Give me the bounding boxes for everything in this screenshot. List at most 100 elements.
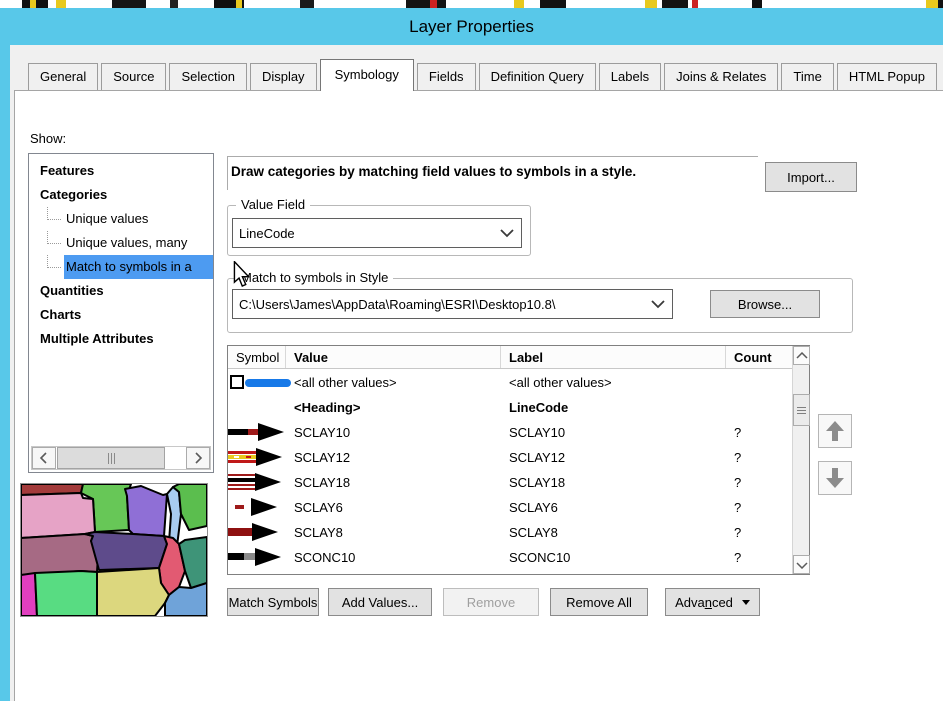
count-cell: ?	[734, 525, 742, 540]
chevron-down-icon[interactable]	[493, 228, 521, 238]
count-cell: ?	[734, 450, 742, 465]
line-symbol-sconc10[interactable]	[228, 545, 286, 570]
window-title: Layer Properties	[409, 16, 534, 36]
show-item-unique-values[interactable]: Unique values	[29, 207, 213, 231]
show-item-label: Quantities	[40, 283, 104, 298]
show-item-categories[interactable]: Categories	[29, 183, 213, 207]
show-tree-horizontal-scrollbar[interactable]	[31, 446, 211, 470]
scrollbar-thumb[interactable]	[57, 447, 165, 469]
sconc10-line-icon	[228, 548, 281, 566]
tab-general[interactable]: General	[28, 63, 99, 90]
move-down-button[interactable]	[818, 461, 852, 495]
line-symbol-sclay8[interactable]	[228, 520, 286, 545]
label-cell: SCLAY12	[509, 450, 566, 465]
remove-button: Remove	[443, 588, 539, 616]
show-label: Show:	[30, 131, 67, 146]
column-header-label[interactable]: Label	[501, 346, 726, 368]
arrow-up-icon	[826, 421, 844, 441]
show-tree: Features Categories Unique values Unique va…	[28, 153, 214, 473]
show-item-multiple-attributes[interactable]: Multiple Attributes	[29, 327, 213, 351]
symbol-table-vertical-scrollbar[interactable]	[792, 346, 810, 574]
show-item-charts[interactable]: Charts	[29, 303, 213, 327]
tab-fields[interactable]: Fields	[416, 63, 476, 90]
symbol-table-row[interactable]: SCLAY10 SCLAY10?	[228, 420, 792, 445]
sclay6-line-icon	[235, 498, 277, 516]
symbol-table-row[interactable]: <Heading> LineCode	[228, 395, 792, 420]
browse-button[interactable]: Browse...	[710, 290, 820, 318]
tab-source[interactable]: Source	[101, 63, 167, 90]
tab-joins-relates[interactable]: Joins & Relates	[664, 63, 779, 90]
symbol-table-header: Symbol Value Label Count	[228, 346, 792, 369]
tab-labels[interactable]: Labels	[598, 63, 662, 90]
tab-definition-query[interactable]: Definition Query	[478, 63, 596, 90]
map-preview	[20, 483, 208, 617]
symbol-table-row[interactable]: <all other values> <all other values>	[228, 370, 792, 395]
match-symbols-button[interactable]: Match Symbols	[227, 588, 319, 616]
line-symbol-sclay18[interactable]	[228, 470, 286, 495]
value-cell: SCLAY18	[294, 475, 351, 490]
line-symbol-sclay10[interactable]	[228, 420, 286, 445]
window-left-border	[0, 45, 10, 701]
value-cell: SCLAY8	[294, 525, 343, 540]
value-cell: <Heading>	[294, 400, 361, 415]
scroll-left-button[interactable]	[32, 447, 56, 469]
show-item-features[interactable]: Features	[29, 159, 213, 183]
line-symbol-all-other-values[interactable]	[228, 370, 291, 395]
add-values-button[interactable]: Add Values...	[328, 588, 432, 616]
sclay18-line-icon	[228, 473, 281, 491]
window-titlebar[interactable]: Layer Properties	[0, 8, 943, 45]
remove-all-button[interactable]: Remove All	[550, 588, 648, 616]
tab-selection[interactable]: Selection	[169, 63, 247, 90]
show-item-quantities[interactable]: Quantities	[29, 279, 213, 303]
checkbox-unchecked[interactable]	[230, 375, 244, 389]
column-header-count[interactable]: Count	[726, 346, 792, 368]
symbol-table-row[interactable]: SCLAY6 SCLAY6?	[228, 495, 792, 520]
symbol-table-row[interactable]: SCONC10 SCONC10?	[228, 545, 792, 570]
label-cell: SCLAY8	[509, 525, 558, 540]
advanced-button[interactable]: Adva n ced	[665, 588, 760, 616]
arrow-down-icon	[826, 468, 844, 488]
tab-time[interactable]: Time	[781, 63, 834, 90]
scroll-right-button[interactable]	[186, 447, 210, 469]
value-cell: <all other values>	[294, 375, 397, 390]
label-cell: SCONC10	[509, 550, 571, 565]
style-path-dropdown[interactable]: C:\Users\James\AppData\Roaming\ESRI\Desk…	[232, 289, 673, 319]
tree-branch-icon	[38, 231, 64, 255]
symbol-table-row[interactable]: SCLAY8 SCLAY8?	[228, 520, 792, 545]
style-match-group-label: Match to symbols in Style	[236, 270, 394, 285]
line-symbol-sclay6[interactable]	[228, 495, 286, 520]
background-app-sliver	[0, 0, 943, 8]
label-cell: SCLAY10	[509, 425, 566, 440]
value-cell: SCLAY6	[294, 500, 343, 515]
show-item-label: Match to symbols in a	[64, 255, 213, 279]
mouse-cursor	[233, 259, 251, 293]
blue-line-symbol-icon	[245, 379, 291, 387]
tab-display[interactable]: Display	[249, 63, 317, 90]
count-cell: ?	[734, 475, 742, 490]
tree-branch-icon	[38, 255, 64, 279]
show-item-unique-values-many[interactable]: Unique values, many	[29, 231, 213, 255]
scroll-up-button[interactable]	[793, 346, 810, 365]
tab-html-popup[interactable]: HTML Popup	[836, 63, 937, 90]
label-cell: SCLAY18	[509, 475, 566, 490]
move-up-button[interactable]	[818, 414, 852, 448]
chevron-down-icon[interactable]	[644, 299, 672, 309]
line-symbol-sclay12[interactable]	[228, 445, 286, 470]
show-item-label: Features	[40, 163, 95, 178]
empty-symbol-cell	[228, 395, 286, 420]
value-field-selected: LineCode	[239, 225, 295, 241]
symbol-table-row[interactable]: SCLAY18 SCLAY18?	[228, 470, 792, 495]
symbol-table-row[interactable]: SCLAY12 SCLAY12?	[228, 445, 792, 470]
show-item-match-to-symbols-in-a[interactable]: Match to symbols in a	[29, 255, 213, 279]
label-cell: <all other values>	[509, 375, 612, 390]
import-button[interactable]: Import...	[765, 162, 857, 192]
scroll-down-button[interactable]	[793, 555, 810, 574]
column-header-symbol[interactable]: Symbol	[228, 346, 286, 368]
value-field-group-label: Value Field	[236, 197, 311, 212]
show-item-label: Charts	[40, 307, 82, 322]
value-field-dropdown[interactable]: LineCode	[232, 218, 522, 248]
tab-symbology[interactable]: Symbology	[319, 59, 414, 91]
column-header-value[interactable]: Value	[286, 346, 501, 368]
scrollbar-thumb[interactable]	[793, 394, 810, 426]
show-item-label: Unique values, many	[66, 235, 188, 250]
